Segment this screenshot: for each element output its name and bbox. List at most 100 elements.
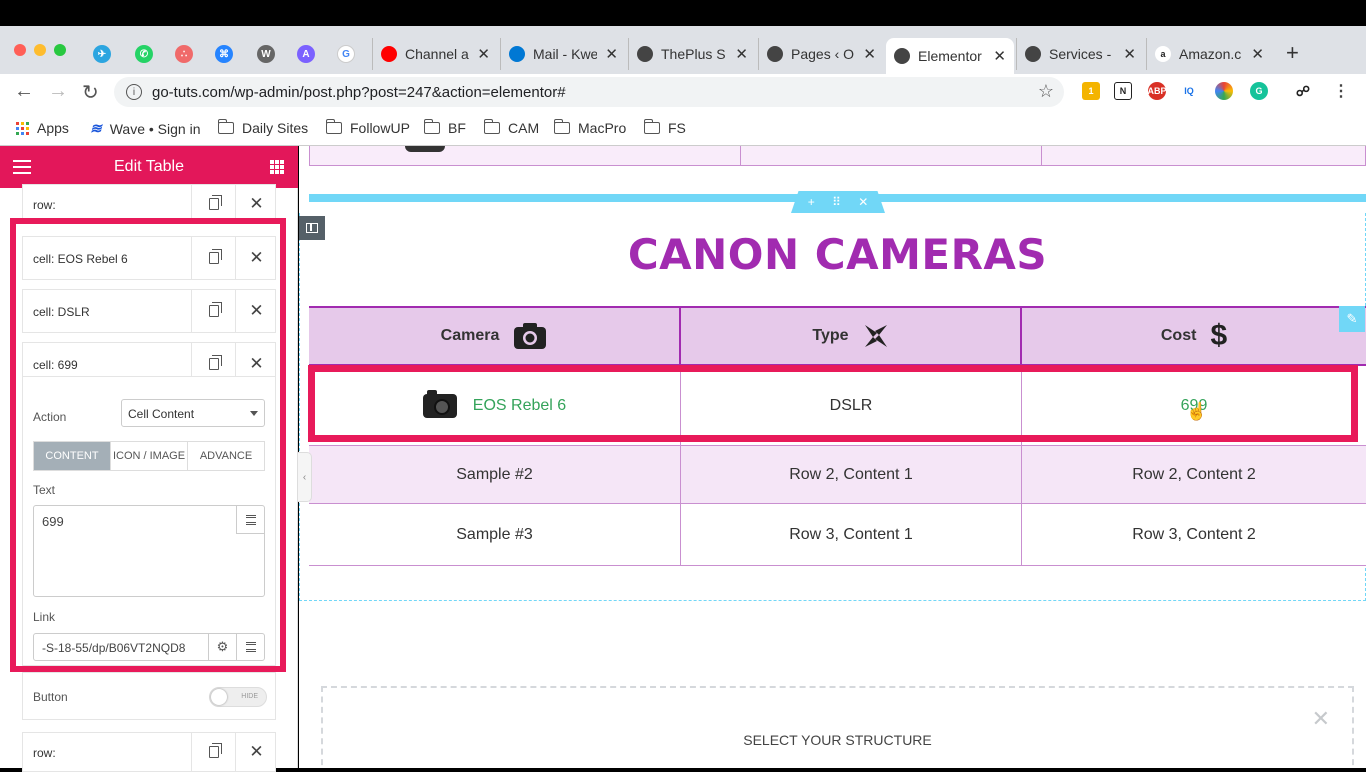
bookmark-cam[interactable]: CAM — [483, 119, 539, 136]
pinned-tab-asana[interactable]: ∴ — [170, 40, 198, 68]
bookmark-wave-sign-in[interactable]: ≋ Wave • Sign in — [90, 120, 201, 137]
table-cell[interactable]: Sample #2 — [309, 446, 681, 504]
dynamic-tags-icon[interactable] — [236, 506, 264, 534]
drag-section-icon[interactable]: ⠿ — [832, 195, 841, 209]
minimize-window-button[interactable] — [34, 44, 46, 56]
remove-icon[interactable]: ✕ — [235, 290, 277, 332]
profile-extension-icon[interactable]: ☍ — [1294, 82, 1312, 100]
header-cell[interactable]: Cost $ — [1022, 308, 1366, 366]
close-icon[interactable]: ✕ — [1312, 706, 1330, 732]
action-select[interactable]: Cell Content — [121, 399, 265, 427]
duplicate-icon[interactable] — [191, 185, 235, 223]
browser-tab[interactable]: a Amazon.c ✕ — [1146, 38, 1272, 70]
site-info-icon[interactable]: i — [126, 84, 142, 100]
close-tab-icon[interactable]: ✕ — [1251, 45, 1264, 63]
grammarly-extension-icon[interactable]: G — [1250, 82, 1268, 100]
bookmark-daily-sites[interactable]: Daily Sites — [217, 119, 308, 136]
section-handle[interactable]: + ⠿ ✕ — [791, 191, 885, 213]
tab-active[interactable]: Elementor ✕ — [886, 38, 1014, 74]
browser-menu-icon[interactable]: ⋮ — [1332, 82, 1350, 100]
edit-widget-pencil-icon[interactable]: ✎ — [1339, 306, 1365, 332]
table-cell[interactable]: Row 3, Content 2 — [1022, 504, 1366, 566]
wave-icon: ≋ — [90, 120, 102, 136]
browser-tab[interactable]: Pages ‹ O ✕ — [758, 38, 884, 70]
close-tab-icon[interactable]: ✕ — [605, 45, 618, 63]
pinned-tab-whatsapp[interactable]: ✆ — [130, 40, 158, 68]
link-options-gear-icon[interactable]: ⚙ — [208, 634, 236, 660]
link-field[interactable]: -S-18-55/dp/B06VT2NQD8 ⚙ — [33, 633, 265, 661]
table-header-row: Camera Type Cost $ — [309, 306, 1366, 366]
duplicate-icon[interactable] — [191, 733, 235, 771]
bookmark-bf[interactable]: BF — [423, 119, 466, 136]
pinned-tab-confluence[interactable]: ⌘ — [210, 40, 238, 68]
back-button[interactable]: ← — [14, 80, 34, 103]
url-text[interactable]: go-tuts.com/wp-admin/post.php?post=247&a… — [152, 84, 566, 101]
table-cell[interactable]: Row 2, Content 2 — [1022, 446, 1366, 504]
close-tab-icon[interactable]: ✕ — [1123, 45, 1136, 63]
panel-header: Edit Table — [0, 146, 298, 188]
maximize-window-button[interactable] — [54, 44, 66, 56]
folder-icon — [643, 119, 660, 134]
collapse-panel-button[interactable]: ‹ — [298, 452, 312, 502]
table-cell[interactable]: Row 2, Content 1 — [681, 446, 1022, 504]
remove-icon[interactable]: ✕ — [235, 733, 277, 771]
tab-content[interactable]: CONTENT — [34, 442, 111, 470]
duplicate-icon[interactable] — [191, 290, 235, 332]
pinned-tab-vectorize[interactable]: A — [292, 40, 320, 68]
header-cell[interactable]: Type — [681, 308, 1022, 366]
text-field[interactable]: 699 — [33, 505, 265, 597]
forward-button[interactable]: → — [48, 80, 68, 103]
reload-button[interactable]: ↻ — [82, 80, 99, 105]
bookmark-label: FollowUP — [350, 120, 410, 136]
tab-icon-image[interactable]: ICON / IMAGE — [111, 442, 188, 470]
tab-advance[interactable]: ADVANCE — [188, 442, 264, 470]
duplicate-icon[interactable] — [191, 237, 235, 279]
table-cell[interactable]: Row 3, Content 1 — [681, 504, 1022, 566]
repeater-row-item[interactable]: row: ✕ — [22, 732, 276, 772]
bookmark-fs[interactable]: FS — [643, 119, 686, 136]
repeater-row-label: row: — [33, 198, 56, 212]
header-cell[interactable]: Camera — [309, 308, 681, 366]
extension-badge-icon[interactable]: 1 — [1082, 82, 1100, 100]
browser-tab[interactable]: Channel a ✕ — [372, 38, 498, 70]
repeater-cell-item[interactable]: cell: DSLR ✕ — [22, 289, 276, 333]
browser-tab[interactable]: Mail - Kwe ✕ — [500, 38, 626, 70]
cell-link-text[interactable]: EOS Rebel 6 — [473, 397, 566, 415]
close-tab-icon[interactable]: ✕ — [993, 47, 1006, 65]
camera-table[interactable]: Camera Type Cost $ EOS Rebel 6 DSLR 699 … — [309, 306, 1366, 566]
bookmark-macpro[interactable]: MacPro — [553, 119, 626, 136]
pinned-tab-telegram[interactable]: ✈ — [88, 40, 116, 68]
table-cell[interactable]: Sample #3 — [309, 504, 681, 566]
bookmark-followup[interactable]: FollowUP — [325, 119, 410, 136]
adblock-extension-icon[interactable]: ABP — [1148, 82, 1167, 100]
address-bar[interactable]: i go-tuts.com/wp-admin/post.php?post=247… — [114, 77, 1064, 107]
iq-extension-icon[interactable]: IQ — [1180, 82, 1198, 100]
notion-extension-icon[interactable]: N — [1114, 82, 1132, 100]
repeater-row-item[interactable]: row: ✕ — [22, 184, 276, 224]
dynamic-tags-icon[interactable] — [236, 634, 264, 660]
close-tab-icon[interactable]: ✕ — [477, 45, 490, 63]
browser-tab[interactable]: Services - ✕ — [1016, 38, 1144, 70]
remove-icon[interactable]: ✕ — [235, 237, 277, 279]
close-tab-icon[interactable]: ✕ — [863, 45, 876, 63]
browser-tab[interactable]: ThePlus S ✕ — [628, 38, 756, 70]
toggle-text: HIDE — [241, 693, 258, 700]
pinned-tab-wordpress[interactable]: W — [252, 40, 280, 68]
bookmark-apps[interactable]: Apps — [16, 120, 69, 136]
button-toggle[interactable]: HIDE — [209, 687, 267, 707]
add-section-icon[interactable]: + — [808, 195, 815, 209]
repeater-cell-item[interactable]: cell: EOS Rebel 6 ✕ — [22, 236, 276, 280]
close-tab-icon[interactable]: ✕ — [735, 45, 748, 63]
delete-section-icon[interactable]: ✕ — [858, 195, 868, 209]
new-tab-button[interactable]: + — [1286, 40, 1299, 66]
close-window-button[interactable] — [14, 44, 26, 56]
add-section-area[interactable]: ✕ SELECT YOUR STRUCTURE — [321, 686, 1354, 768]
table-cell[interactable]: DSLR — [681, 366, 1022, 446]
colorpick-extension-icon[interactable] — [1215, 82, 1233, 100]
table-cell[interactable]: EOS Rebel 6 — [309, 366, 681, 446]
pinned-tab-google[interactable]: G — [332, 40, 360, 68]
widgets-grid-icon[interactable] — [270, 160, 284, 174]
page-heading[interactable]: CANON CAMERAS — [309, 230, 1366, 279]
remove-icon[interactable]: ✕ — [235, 185, 277, 223]
bookmark-star-icon[interactable]: ☆ — [1038, 81, 1054, 102]
